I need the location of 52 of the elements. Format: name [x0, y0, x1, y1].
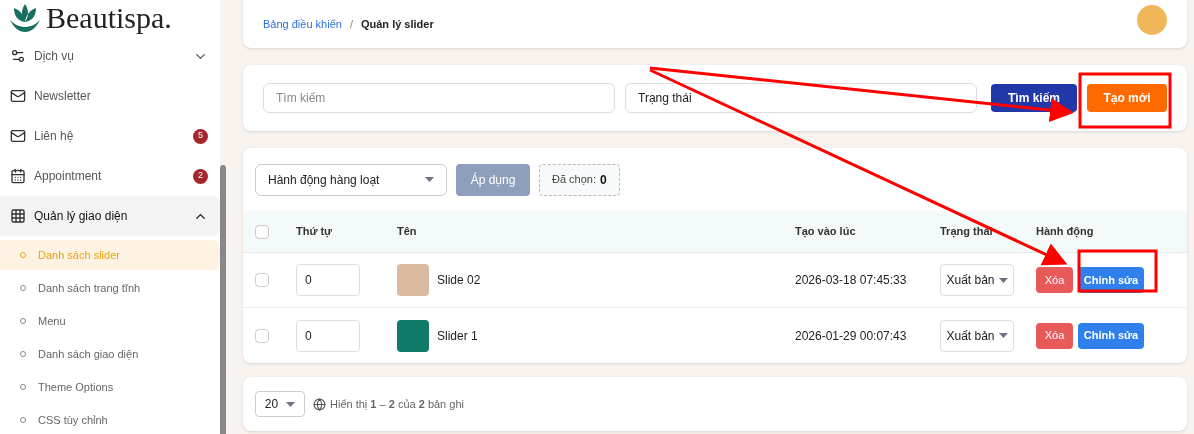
- bulk-action-select[interactable]: Hành động hàng loạt: [255, 163, 447, 196]
- caret-icon: [286, 401, 296, 407]
- caret-icon: [998, 277, 1008, 283]
- menu-icon: [10, 168, 26, 184]
- created-time: 2026-03-18 07:45:33: [795, 273, 907, 287]
- checkbox[interactable]: [255, 273, 269, 287]
- column-header: Tạo vào lúc: [795, 225, 856, 238]
- menu-icon: [10, 208, 26, 224]
- caret-icon: [998, 333, 1008, 338]
- search-field[interactable]: Tìm kiếm: [263, 83, 615, 113]
- caret-icon: [425, 177, 434, 182]
- breadcrumb-current: Quản lý slider: [360, 16, 434, 32]
- submenu-item[interactable]: CSS tùy chỉnh: [0, 405, 220, 434]
- status-select[interactable]: Trạng thái: [625, 83, 977, 113]
- submenu-item[interactable]: Danh sách giao diện: [0, 339, 220, 369]
- sidebar-item[interactable]: Liên hệ 5: [0, 116, 220, 156]
- breadcrumb-link[interactable]: Bảng điều khiển: [263, 15, 342, 33]
- sidebar-item[interactable]: Quản lý giao diện: [0, 196, 220, 236]
- records-summary: Hiển thị 1 – 2 của 2 bản ghi: [330, 396, 464, 412]
- breadcrumb-separator: /: [349, 16, 353, 32]
- menu-icon: [10, 128, 26, 144]
- column-header: Tên: [397, 225, 417, 238]
- page-size-select[interactable]: 20: [255, 391, 305, 417]
- submenu-item[interactable]: Menu: [0, 306, 220, 336]
- order-input[interactable]: 0: [296, 264, 360, 296]
- selected-count: Đã chọn: 0: [539, 163, 620, 196]
- count-badge: 5: [193, 128, 208, 144]
- status-select[interactable]: Xuất bản: [940, 264, 1014, 296]
- count-badge: 2: [193, 168, 208, 184]
- created-time: 2026-01-29 00:07:43: [795, 328, 907, 343]
- sidebar-item[interactable]: Appointment 2: [0, 156, 220, 196]
- submenu-item[interactable]: Theme Options: [0, 372, 220, 402]
- checkbox[interactable]: [255, 224, 269, 239]
- slide-name: Slider 1: [437, 327, 478, 345]
- avatar[interactable]: [1137, 5, 1167, 35]
- status-select[interactable]: Xuất bản: [940, 319, 1014, 352]
- photo-placeholder: [397, 264, 429, 296]
- edit-button[interactable]: Chỉnh sửa: [1078, 322, 1144, 349]
- scrollbar-thumb[interactable]: [220, 165, 226, 434]
- slide-name: Slide 02: [437, 272, 481, 289]
- submenu-item[interactable]: Danh sách trang tĩnh: [0, 273, 220, 303]
- globe-icon: [313, 397, 326, 411]
- column-header: Thứ tự: [296, 225, 333, 238]
- sidebar-item[interactable]: Newsletter: [0, 76, 220, 116]
- menu-icon: [10, 88, 26, 104]
- menu-icon: [10, 48, 26, 64]
- checkbox[interactable]: [255, 328, 269, 343]
- photo-placeholder: [397, 319, 429, 352]
- brand-logo: Beautispa.: [46, 3, 172, 33]
- column-header: Hành động: [1036, 225, 1094, 238]
- sidebar-item[interactable]: Dịch vụ: [0, 36, 220, 76]
- order-input[interactable]: 0: [296, 319, 360, 352]
